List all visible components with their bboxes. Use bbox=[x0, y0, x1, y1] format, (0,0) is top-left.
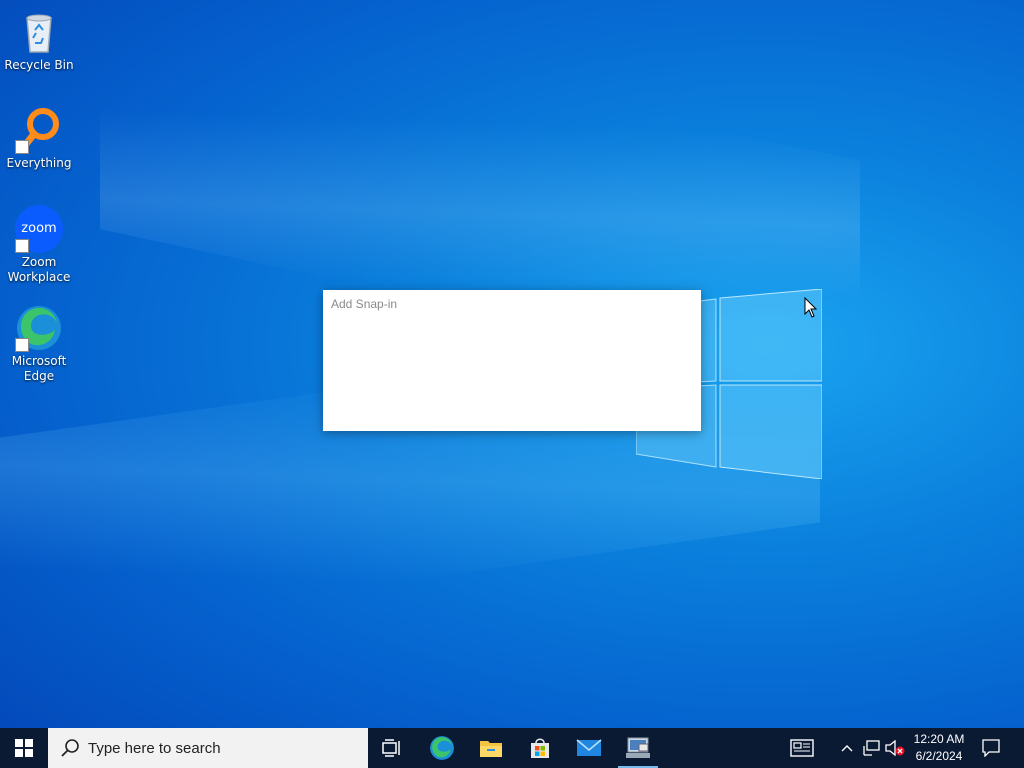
microsoft-store-icon bbox=[531, 738, 549, 758]
desktop-icon-everything[interactable]: Everything bbox=[2, 106, 76, 171]
mmc-console-icon bbox=[626, 737, 650, 758]
news-icon bbox=[790, 739, 814, 757]
shortcut-arrow-icon bbox=[15, 239, 29, 253]
taskbar-mail-button[interactable] bbox=[565, 728, 613, 768]
news-widget-button[interactable] bbox=[782, 728, 822, 768]
recycle-bin-icon bbox=[15, 8, 63, 56]
desktop-icon-label: Microsoft Edge bbox=[11, 354, 67, 383]
volume-button[interactable] bbox=[883, 728, 907, 768]
desktop-icon-edge[interactable]: Microsoft Edge bbox=[2, 304, 76, 384]
mouse-cursor-icon bbox=[804, 297, 818, 318]
action-center-button[interactable] bbox=[976, 728, 1006, 768]
shortcut-arrow-icon bbox=[15, 338, 29, 352]
taskbar-file-explorer-button[interactable] bbox=[467, 728, 515, 768]
taskbar: Type here to search 12:20 AM 6/2/2024 bbox=[0, 728, 1024, 768]
desktop-icon-label: Everything bbox=[6, 156, 72, 170]
search-icon bbox=[61, 739, 79, 757]
start-button[interactable] bbox=[0, 728, 48, 768]
taskbar-search-input[interactable]: Type here to search bbox=[48, 728, 368, 768]
show-hidden-icons-button[interactable] bbox=[836, 728, 858, 768]
desktop-icon-label: Recycle Bin bbox=[4, 58, 74, 72]
dialog-title: Add Snap-in bbox=[331, 297, 398, 311]
taskbar-mmc-button[interactable] bbox=[614, 728, 662, 768]
desktop-icon-recycle-bin[interactable]: Recycle Bin bbox=[2, 8, 76, 73]
chevron-up-icon bbox=[841, 745, 853, 752]
windows-start-icon bbox=[15, 739, 33, 757]
taskbar-clock[interactable]: 12:20 AM 6/2/2024 bbox=[906, 731, 972, 765]
notification-icon bbox=[982, 739, 1000, 757]
network-button[interactable] bbox=[859, 728, 883, 768]
taskbar-edge-button[interactable] bbox=[418, 728, 466, 768]
desktop-icon-zoom[interactable]: zoom Zoom Workplace bbox=[2, 205, 76, 285]
edge-icon bbox=[430, 736, 454, 760]
network-icon bbox=[863, 740, 880, 756]
file-explorer-icon bbox=[480, 741, 502, 757]
search-placeholder: Type here to search bbox=[88, 739, 221, 757]
add-snap-in-dialog[interactable]: Add Snap-in bbox=[323, 290, 701, 431]
mail-icon bbox=[576, 739, 602, 756]
task-view-button[interactable] bbox=[368, 728, 416, 768]
zoom-icon: zoom bbox=[15, 205, 63, 253]
volume-muted-icon bbox=[885, 740, 905, 756]
everything-search-icon bbox=[15, 106, 63, 154]
edge-icon bbox=[15, 304, 63, 352]
clock-date: 6/2/2024 bbox=[915, 749, 963, 763]
task-view-icon bbox=[382, 739, 400, 757]
taskbar-store-button[interactable] bbox=[516, 728, 564, 768]
shortcut-arrow-icon bbox=[15, 140, 29, 154]
desktop-icon-label: Zoom Workplace bbox=[7, 255, 71, 284]
clock-time: 12:20 AM bbox=[913, 732, 965, 746]
